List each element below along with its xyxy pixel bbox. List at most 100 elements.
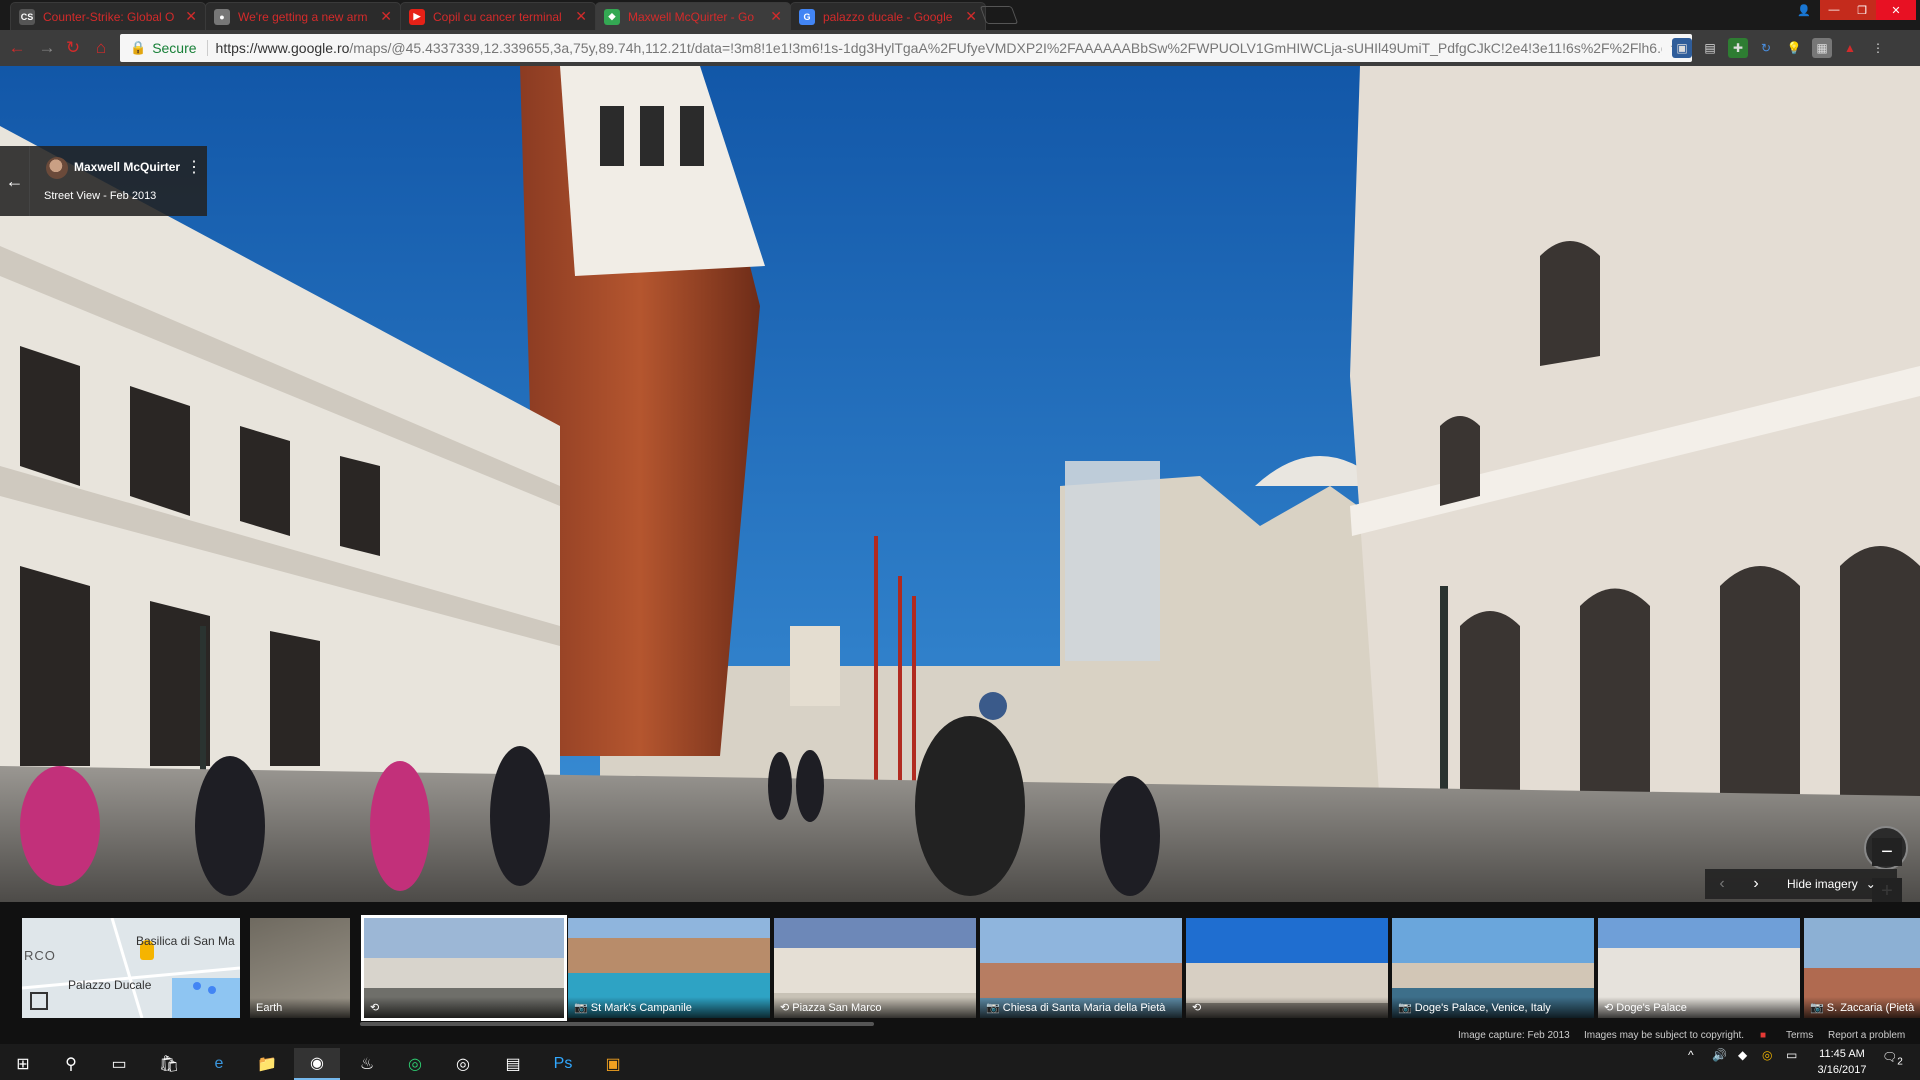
file-explorer-icon[interactable]: 📁 (244, 1048, 290, 1080)
tab-reddit[interactable]: ● We're getting a new arm ✕ (205, 2, 401, 30)
tab-maps[interactable]: ◆ Maxwell McQuirter - Go ✕ (595, 2, 791, 30)
thumbnail-caption: Earth (250, 998, 350, 1018)
store-icon[interactable]: 🛍 (146, 1048, 192, 1080)
lock-icon: 🔒 (130, 40, 147, 55)
extension-icon[interactable]: ↻ (1756, 38, 1776, 58)
thumbnail-caption-text: Piazza San Marco (792, 1002, 882, 1014)
tab-title: Maxwell McQuirter - Go (628, 9, 755, 24)
imagery-controls: ‹ › Hide imagery ⌄ (1705, 869, 1897, 899)
back-arrow-icon[interactable]: ← (0, 146, 30, 216)
address-bar[interactable]: 🔒 Secure https://www.google.ro/maps/@45.… (120, 34, 1692, 62)
steam-icon[interactable]: ♨ (344, 1048, 390, 1080)
thumbnail-caption: 📷 Doge's Palace, Venice, Italy (1392, 997, 1594, 1018)
close-icon[interactable]: ✕ (965, 8, 977, 25)
youtube-icon: ▶ (409, 8, 425, 25)
photo-info-card: ← Maxwell McQuirter ⋮ Street View - Feb … (0, 146, 207, 216)
edge-icon[interactable]: e (196, 1048, 242, 1080)
task-view-icon[interactable]: ▭ (96, 1048, 142, 1080)
maps-footer: Image capture: Feb 2013 Images may be su… (0, 1028, 1920, 1044)
close-window-button[interactable]: ✕ (1876, 0, 1916, 20)
thumbnail-caption-text: S. Zaccaria (Pietà (1826, 1002, 1915, 1014)
volume-icon[interactable]: 🔊 (1712, 1048, 1727, 1062)
extension-icon[interactable]: ▤ (1700, 38, 1720, 58)
thumbnail-doges-palace-italy[interactable]: 📷 Doge's Palace, Venice, Italy (1392, 918, 1594, 1018)
app-icon[interactable]: ◎ (440, 1048, 486, 1080)
extension-icon[interactable]: ▦ (1812, 38, 1832, 58)
terms-link[interactable]: Terms (1786, 1030, 1813, 1041)
close-icon[interactable]: ✕ (575, 8, 587, 25)
reload-icon[interactable]: ↻ (62, 37, 84, 59)
tab-youtube[interactable]: ▶ Copil cu cancer terminal ✕ (400, 2, 596, 30)
street-view-panorama[interactable]: ← Maxwell McQuirter ⋮ Street View - Feb … (0, 66, 1920, 902)
author-name[interactable]: Maxwell McQuirter (74, 160, 180, 174)
close-icon[interactable]: ✕ (770, 8, 782, 25)
system-clock[interactable]: 11:45 AM 3/16/2017 (1806, 1046, 1878, 1078)
close-icon[interactable]: ✕ (185, 8, 197, 25)
notifications-icon[interactable]: 🗨2 (1882, 1050, 1903, 1067)
tab-title: We're getting a new arm (238, 9, 368, 24)
tab-csgo[interactable]: CS Counter-Strike: Global O ✕ (10, 2, 206, 30)
app-icon[interactable]: ◎ (392, 1048, 438, 1080)
zoom-out-button[interactable]: − (1872, 838, 1902, 866)
maximize-button[interactable]: ❐ (1848, 0, 1876, 20)
minimize-button[interactable]: — (1820, 0, 1848, 20)
menu-icon[interactable]: ⋮ (1868, 38, 1888, 58)
back-icon[interactable]: ← (6, 37, 28, 59)
thumbnail-pano[interactable]: ⟲ (1186, 918, 1388, 1018)
clock-time: 11:45 AM (1819, 1048, 1865, 1060)
dropbox-icon[interactable]: ◆ (1738, 1048, 1747, 1062)
thumbnail-earth[interactable]: Earth (250, 918, 350, 1018)
app-icon[interactable]: ▤ (490, 1048, 536, 1080)
windows-start-icon[interactable]: ⊞ (0, 1048, 46, 1080)
next-arrow-icon[interactable]: › (1739, 875, 1773, 893)
report-problem-link[interactable]: Report a problem (1828, 1030, 1905, 1041)
more-options-icon[interactable]: ⋮ (186, 157, 202, 177)
camera-icon: 📷 (1810, 1002, 1824, 1014)
close-icon[interactable]: ✕ (380, 8, 392, 25)
thumbnail-caption: 📷 Chiesa di Santa Maria della Pietà (980, 997, 1182, 1018)
url-text[interactable]: https://www.google.ro/maps/@45.4337339,1… (216, 40, 1662, 56)
imagery-strip: Basilica di San Ma Palazzo Ducale RCO Ea… (0, 902, 1920, 1028)
thumbnail-caption-text: Chiesa di Santa Maria della Pietà (1002, 1002, 1166, 1014)
tray-app-icon[interactable]: ◎ (1762, 1048, 1772, 1062)
avatar[interactable] (46, 157, 68, 179)
extension-icon[interactable]: ✚ (1728, 38, 1748, 58)
thumbnail-caption: 📷 St Mark's Campanile (568, 997, 770, 1018)
thumbnail-selected[interactable]: ⟲ (361, 915, 567, 1021)
home-icon[interactable]: ⌂ (90, 37, 112, 59)
map-label: Basilica di San Ma (136, 934, 235, 948)
new-tab-button[interactable] (979, 6, 1019, 24)
network-icon[interactable]: ▭ (1786, 1048, 1797, 1062)
forward-icon[interactable]: → (36, 37, 58, 59)
map-roads (22, 918, 240, 1018)
thumbnail-pieta[interactable]: 📷 Chiesa di Santa Maria della Pietà (980, 918, 1182, 1018)
extension-icon[interactable]: ▣ (1672, 38, 1692, 58)
copyright-notice: Images may be subject to copyright. (1584, 1030, 1745, 1041)
expand-map-icon[interactable] (30, 992, 48, 1010)
thumbnail-campanile[interactable]: 📷 St Mark's Campanile (568, 918, 770, 1018)
photoshop-icon[interactable]: Ps (540, 1048, 586, 1080)
thumbnail-doges-palace[interactable]: ⟲ Doge's Palace (1598, 918, 1800, 1018)
thumbnail-caption-text: St Mark's Campanile (590, 1002, 692, 1014)
search-icon[interactable]: ⚲ (48, 1048, 94, 1080)
chrome-icon[interactable]: ◉ (294, 1048, 340, 1080)
panorama-image (0, 66, 1920, 902)
csgo-icon: CS (19, 8, 35, 25)
extension-icon[interactable]: ▲ (1840, 38, 1860, 58)
strip-scrollbar[interactable] (360, 1022, 874, 1026)
prev-arrow-icon[interactable]: ‹ (1705, 875, 1739, 893)
hide-imagery-button[interactable]: Hide imagery (1787, 877, 1858, 891)
tab-strip: CS Counter-Strike: Global O ✕ ● We're ge… (0, 0, 1920, 30)
flag-icon: ■ (1760, 1030, 1767, 1041)
image-capture-date: Image capture: Feb 2013 (1458, 1030, 1570, 1041)
map-label: RCO (24, 948, 56, 963)
chevron-up-icon[interactable]: ^ (1688, 1048, 1694, 1062)
map-thumbnail[interactable]: Basilica di San Ma Palazzo Ducale RCO (22, 918, 240, 1018)
lightbulb-icon[interactable]: 💡 (1784, 38, 1804, 58)
app-icon[interactable]: ▣ (590, 1048, 636, 1080)
thumbnail-zaccaria[interactable]: 📷 S. Zaccaria (Pietà (1804, 918, 1920, 1018)
thumbnail-piazza[interactable]: ⟲ Piazza San Marco (774, 918, 976, 1018)
tab-google[interactable]: G palazzo ducale - Google ✕ (790, 2, 986, 30)
camera-icon: 📷 (1398, 1002, 1412, 1014)
profile-icon[interactable]: 👤 (1790, 0, 1818, 20)
